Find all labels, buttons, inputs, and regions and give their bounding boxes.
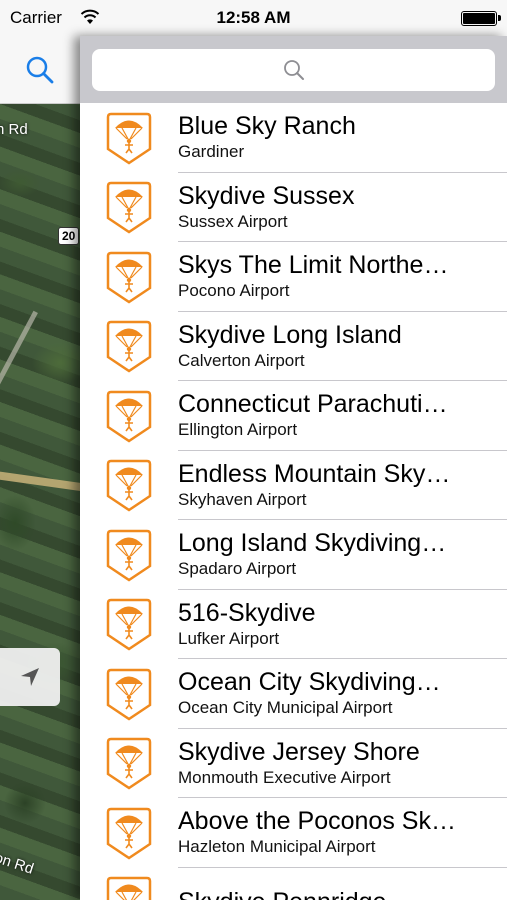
status-bar: Carrier 12:58 AM	[0, 0, 507, 36]
dropzone-location: Ocean City Municipal Airport	[178, 698, 393, 718]
map-view[interactable]: n Rd on Rd 20	[0, 103, 82, 900]
parachute-pin-icon	[106, 529, 152, 582]
dropzone-list-panel: Blue Sky Ranch Gardiner Skydive Sussex S…	[80, 36, 507, 900]
location-arrow-icon	[21, 668, 39, 686]
map-road	[0, 310, 38, 437]
dropzone-location: Lufker Airport	[178, 628, 280, 648]
dropzone-name: Endless Mountain Sky…	[178, 459, 451, 488]
list-item[interactable]: Endless Mountain Sky… Skyhaven Airport	[80, 451, 507, 520]
search-bar	[80, 36, 507, 103]
map-road-label: on Rd	[0, 849, 36, 878]
list-item[interactable]: Skydive Pennridge	[80, 868, 507, 900]
dropzone-name: Skys The Limit Northe…	[178, 251, 449, 280]
list-item[interactable]: Skydive Jersey Shore Monmouth Executive …	[80, 729, 507, 798]
route-shield: 20	[58, 227, 80, 245]
search-icon	[26, 56, 54, 83]
dropzone-name: Skydive Long Island	[178, 320, 402, 349]
dropzone-name: Skydive Jersey Shore	[178, 737, 420, 766]
dropzone-location: Calverton Airport	[178, 350, 305, 370]
dropzone-location: Sussex Airport	[178, 211, 288, 231]
dropzone-list[interactable]: Blue Sky Ranch Gardiner Skydive Sussex S…	[80, 103, 507, 900]
parachute-pin-icon	[106, 599, 152, 651]
map-road	[0, 470, 82, 494]
dropzone-name: Long Island Skydiving…	[178, 529, 447, 558]
parachute-pin-icon	[106, 112, 152, 165]
parachute-pin-icon	[106, 738, 152, 790]
dropzone-name: Blue Sky Ranch	[178, 112, 356, 141]
parachute-pin-icon	[106, 251, 152, 304]
dropzone-location: Monmouth Executive Airport	[178, 767, 391, 787]
parachute-pin-icon	[106, 460, 152, 512]
parachute-pin-icon	[106, 321, 152, 373]
dropzone-name: Above the Poconos Sk…	[178, 807, 456, 836]
dropzone-name: 516-Skydive	[178, 598, 316, 627]
locate-me-button[interactable]	[0, 648, 60, 706]
list-item[interactable]: Ocean City Skydiving… Ocean City Municip…	[80, 659, 507, 729]
list-item[interactable]: Above the Poconos Sk… Hazleton Municipal…	[80, 798, 507, 868]
dropzone-name: Ocean City Skydiving…	[178, 668, 441, 697]
dropzone-location: Ellington Airport	[178, 420, 298, 440]
list-item[interactable]: Long Island Skydiving… Spadaro Airport	[80, 520, 507, 590]
list-item[interactable]: Connecticut Parachuti… Ellington Airport	[80, 381, 507, 451]
dropzone-location: Pocono Airport	[178, 281, 290, 301]
dropzone-location: Skyhaven Airport	[178, 489, 307, 509]
battery-icon	[461, 11, 501, 26]
list-item[interactable]: Skydive Long Island Calverton Airport	[80, 312, 507, 381]
map-road-label: n Rd	[0, 121, 28, 138]
dropzone-location: Spadaro Airport	[178, 559, 297, 579]
parachute-pin-icon	[106, 807, 152, 860]
parachute-pin-icon	[106, 390, 152, 443]
list-item[interactable]: Skydive Sussex Sussex Airport	[80, 173, 507, 242]
list-item[interactable]: 516-Skydive Lufker Airport	[80, 590, 507, 659]
parachute-pin-icon	[106, 182, 152, 234]
search-toggle-button[interactable]	[0, 36, 80, 104]
list-item[interactable]: Blue Sky Ranch Gardiner	[80, 103, 507, 173]
search-icon	[283, 59, 304, 80]
parachute-pin-icon	[106, 877, 152, 900]
dropzone-name: Skydive Sussex	[178, 181, 355, 210]
search-input[interactable]	[92, 48, 495, 91]
list-item[interactable]: Skys The Limit Northe… Pocono Airport	[80, 242, 507, 312]
dropzone-name: Connecticut Parachuti…	[178, 390, 448, 419]
dropzone-name: Skydive Pennridge	[178, 887, 489, 900]
dropzone-location: Gardiner	[178, 142, 245, 162]
clock: 12:58 AM	[216, 8, 291, 27]
dropzone-location: Hazleton Municipal Airport	[178, 837, 376, 857]
parachute-pin-icon	[106, 668, 152, 721]
